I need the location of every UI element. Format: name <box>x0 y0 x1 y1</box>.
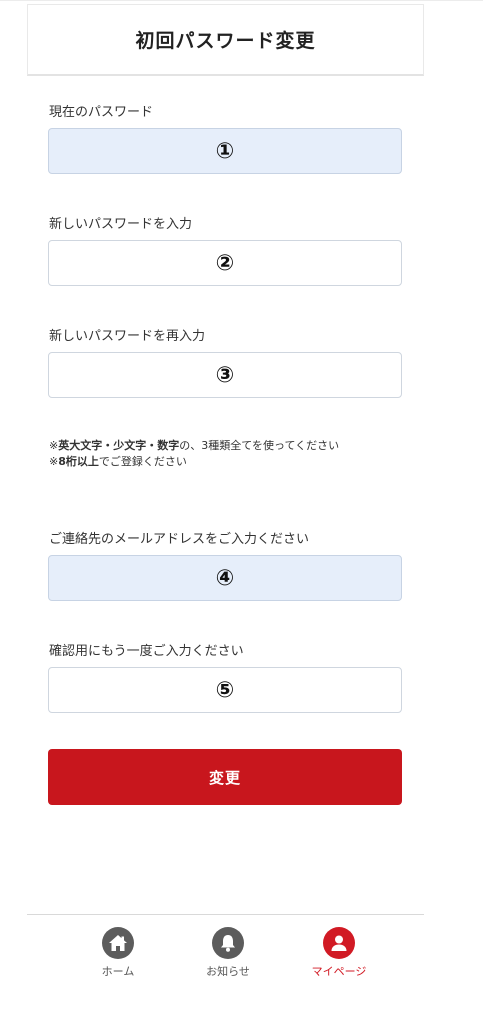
password-rule-line-1: ※英大文字・少文字・数字の、3種類全てを使ってください <box>49 439 340 452</box>
bottom-nav: ホーム お知らせ マイページ <box>27 915 424 995</box>
email-value: ④ <box>215 565 235 591</box>
current-password-field[interactable]: ① <box>48 128 402 174</box>
current-password-label: 現在のパスワード <box>49 105 154 120</box>
email-label: ご連絡先のメールアドレスをご入力ください <box>49 532 310 547</box>
change-button[interactable]: 変更 <box>48 749 402 805</box>
email-field[interactable]: ④ <box>48 555 402 601</box>
nav-item-home[interactable]: ホーム <box>78 927 158 979</box>
user-icon <box>323 927 355 959</box>
home-icon <box>102 927 134 959</box>
confirm-password-field[interactable]: ③ <box>48 352 402 398</box>
nav-item-news[interactable]: お知らせ <box>188 927 268 979</box>
nav-label-home: ホーム <box>101 965 135 978</box>
password-rules-note: ※英大文字・少文字・数字の、3種類全てを使ってください ※8桁以上でご登録くださ… <box>49 438 339 470</box>
page-title: 初回パスワード変更 <box>135 30 316 52</box>
bell-icon <box>212 927 244 959</box>
email-confirm-label: 確認用にもう一度ご入力ください <box>49 644 244 659</box>
top-divider <box>0 0 483 1</box>
current-password-value: ① <box>215 138 235 164</box>
nav-label-news: お知らせ <box>206 965 250 978</box>
new-password-field[interactable]: ② <box>48 240 402 286</box>
confirm-password-value: ③ <box>215 362 235 388</box>
email-confirm-value: ⑤ <box>215 677 235 703</box>
new-password-label: 新しいパスワードを入力 <box>49 217 193 232</box>
email-confirm-field[interactable]: ⑤ <box>48 667 402 713</box>
nav-item-mypage[interactable]: マイページ <box>299 927 379 979</box>
nav-label-mypage: マイページ <box>311 965 367 978</box>
new-password-value: ② <box>215 250 235 276</box>
page-header: 初回パスワード変更 <box>27 4 424 76</box>
confirm-password-label: 新しいパスワードを再入力 <box>49 329 206 344</box>
password-rule-line-2: ※8桁以上でご登録ください <box>49 455 187 468</box>
